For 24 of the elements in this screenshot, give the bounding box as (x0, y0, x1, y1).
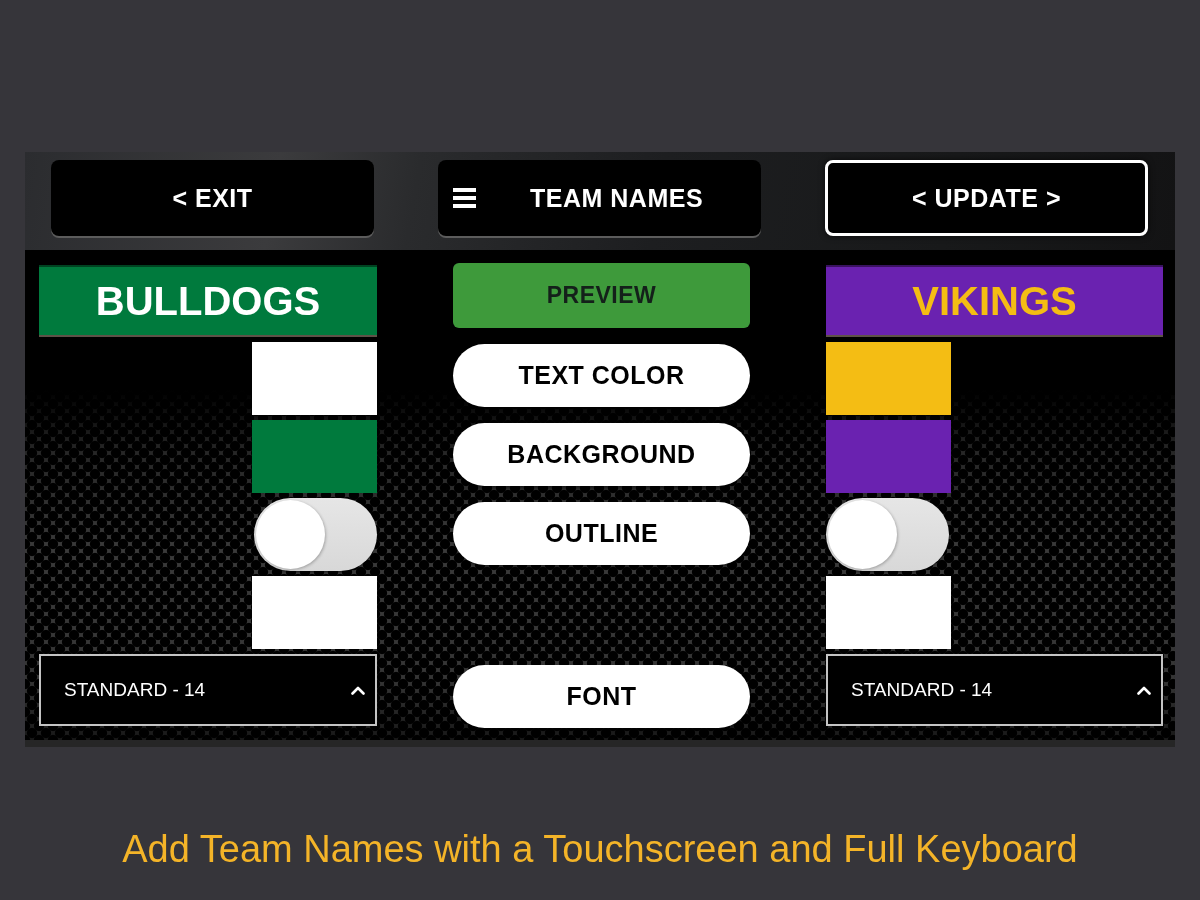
text-color-swatch-icon[interactable] (826, 342, 951, 415)
setting-button[interactable]: BACKGROUND (453, 423, 750, 486)
font-dropdown[interactable]: STANDARD - 14 (826, 654, 1163, 726)
outline-toggle[interactable] (826, 498, 949, 571)
preview-button[interactable]: PREVIEW (453, 263, 750, 328)
outline-color-swatch-icon[interactable] (826, 576, 951, 649)
exit-button[interactable]: < EXIT (51, 160, 374, 236)
outline-toggle[interactable] (254, 498, 377, 571)
background-color-swatch-icon[interactable] (252, 420, 377, 493)
text-color-swatch-icon[interactable] (252, 342, 377, 415)
team-name-field[interactable]: BULLDOGS (39, 265, 377, 337)
font-dropdown[interactable]: STANDARD - 14 (39, 654, 377, 726)
update-button[interactable]: < UPDATE > (825, 160, 1148, 236)
title-menu-button[interactable]: TEAM NAMES (438, 160, 761, 236)
chevron-up-icon (1137, 685, 1151, 695)
chevron-up-icon (351, 685, 365, 695)
setting-button[interactable]: FONT (453, 665, 750, 728)
outline-color-swatch-icon[interactable] (252, 576, 377, 649)
background-color-swatch-icon[interactable] (826, 420, 951, 493)
setting-button[interactable]: OUTLINE (453, 502, 750, 565)
setting-button[interactable]: TEXT COLOR (453, 344, 750, 407)
team-name-field[interactable]: VIKINGS (826, 265, 1163, 337)
caption-text: Add Team Names with a Touchscreen and Full Keyboard (122, 827, 1078, 871)
menu-icon (453, 188, 476, 208)
